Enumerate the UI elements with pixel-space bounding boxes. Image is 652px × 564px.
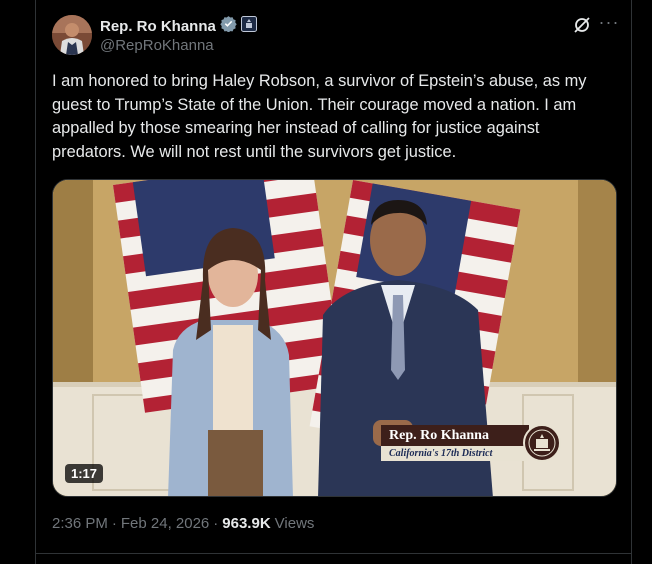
- lower-third: Rep. Ro Khanna California's 17th Distric…: [381, 425, 529, 461]
- video-duration: 1:17: [65, 464, 104, 483]
- author-name-row: Rep. Ro Khanna: [100, 15, 257, 37]
- verified-badge-icon[interactable]: [220, 15, 237, 37]
- views-label: Views: [274, 515, 315, 532]
- author-handle[interactable]: @RepRoKhanna: [100, 37, 214, 54]
- divider: [36, 553, 631, 554]
- tweet-text: I am honored to bring Haley Robson, a su…: [52, 72, 587, 161]
- tweet-time[interactable]: 2:36 PM: [52, 515, 108, 532]
- lower-third-subtitle: California's 17th District: [381, 446, 527, 461]
- capitol-affiliation-icon[interactable]: [240, 15, 257, 37]
- tweet-meta: 2:36 PM · Feb 24, 2026 · 963.9K Views: [52, 515, 314, 532]
- author-avatar[interactable]: [52, 15, 92, 55]
- meta-separator: ·: [111, 515, 117, 532]
- more-options-icon[interactable]: ···: [598, 13, 620, 34]
- tweet-date[interactable]: Feb 24, 2026: [121, 515, 209, 532]
- meta-separator: ·: [213, 515, 219, 532]
- capitol-seal-icon: [523, 424, 561, 462]
- views-count: 963.9K: [222, 515, 271, 532]
- lower-third-name: Rep. Ro Khanna: [381, 425, 529, 446]
- grok-icon[interactable]: [572, 15, 592, 35]
- video-player[interactable]: 1:17 Rep. Ro Khanna California's 17th Di…: [52, 179, 617, 497]
- author-name[interactable]: Rep. Ro Khanna: [100, 18, 216, 35]
